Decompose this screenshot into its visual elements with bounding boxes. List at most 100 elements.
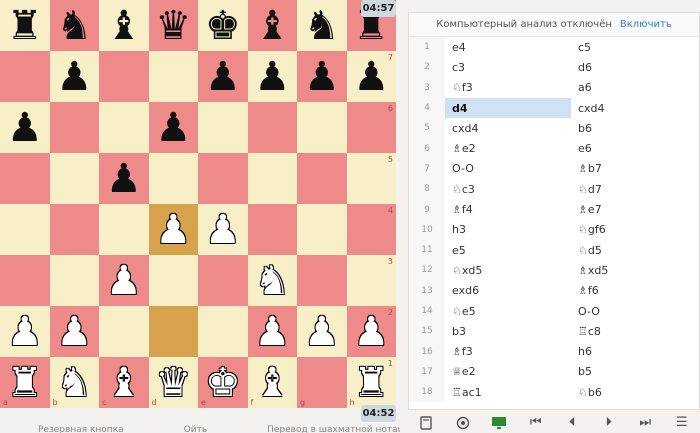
white-move[interactable]: h3 — [445, 220, 571, 240]
square-c8[interactable]: ♝ — [99, 0, 149, 51]
white-pawn-icon[interactable]: ♟ — [7, 312, 43, 352]
square-g3[interactable] — [297, 255, 347, 306]
black-move[interactable]: d6 — [571, 57, 699, 77]
black-move[interactable]: ♗b7 — [571, 159, 699, 179]
black-pawn-icon[interactable]: ♟ — [304, 57, 340, 97]
black-pawn-icon[interactable]: ♟ — [353, 57, 389, 97]
black-move[interactable]: ♖c8 — [571, 321, 699, 341]
white-move[interactable]: O-O — [445, 159, 571, 179]
square-b1[interactable]: ♞ b — [49, 357, 99, 408]
square-a4[interactable] — [0, 204, 50, 255]
square-b3[interactable] — [49, 255, 99, 306]
white-move[interactable]: b3 — [445, 321, 571, 341]
square-a1[interactable]: ♜ a — [0, 357, 50, 408]
white-bishop-icon[interactable]: ♝ — [106, 363, 142, 403]
menu-icon[interactable]: ☰ — [664, 412, 700, 433]
square-b8[interactable]: ♞ — [49, 0, 99, 51]
chess-board[interactable]: ♜♞♝♛♚♝♞♜8♟♟♟♟♟7♟♟6♟5♟♟4♟♞3♟♟♟♟♟2♜a♞b♝c♛d… — [0, 0, 396, 408]
square-g7[interactable]: ♟ — [297, 51, 347, 102]
white-move[interactable]: e5 — [445, 240, 571, 260]
square-d7[interactable] — [148, 51, 198, 102]
white-pawn-icon[interactable]: ♟ — [155, 210, 191, 250]
square-f8[interactable]: ♝ — [247, 0, 297, 51]
square-d6[interactable]: ♟ — [148, 102, 198, 153]
white-knight-icon[interactable]: ♞ — [56, 363, 92, 403]
white-move[interactable]: ♗e2 — [445, 138, 571, 158]
black-rook-icon[interactable]: ♜ — [7, 6, 43, 46]
square-d1[interactable]: ♛ d — [148, 357, 198, 408]
white-queen-icon[interactable]: ♛ — [155, 363, 191, 403]
square-e1[interactable]: ♚ e — [198, 357, 248, 408]
black-move[interactable]: cxd4 — [571, 98, 699, 118]
square-h2[interactable]: ♟ 2 — [346, 306, 396, 357]
square-a2[interactable]: ♟ — [0, 306, 50, 357]
black-move[interactable]: b5 — [571, 362, 699, 382]
square-e2[interactable] — [198, 306, 248, 357]
white-move[interactable]: d4 — [445, 97, 571, 119]
square-f6[interactable] — [247, 102, 297, 153]
black-pawn-icon[interactable]: ♟ — [254, 57, 290, 97]
black-pawn-icon[interactable]: ♟ — [205, 57, 241, 97]
black-queen-icon[interactable]: ♛ — [155, 6, 191, 46]
black-move[interactable]: ♘d5 — [571, 240, 699, 260]
square-d3[interactable] — [148, 255, 198, 306]
square-f7[interactable]: ♟ — [247, 51, 297, 102]
white-rook-icon[interactable]: ♜ — [7, 363, 43, 403]
square-f3[interactable]: ♞ — [247, 255, 297, 306]
white-pawn-icon[interactable]: ♟ — [254, 312, 290, 352]
black-move[interactable]: ♗xd5 — [571, 260, 699, 280]
black-pawn-icon[interactable]: ♟ — [155, 108, 191, 148]
black-move[interactable]: ♗f6 — [571, 281, 699, 301]
square-a5[interactable] — [0, 153, 50, 204]
square-d8[interactable]: ♛ — [148, 0, 198, 51]
white-pawn-icon[interactable]: ♟ — [56, 312, 92, 352]
square-g1[interactable]: g — [297, 357, 347, 408]
last-move-button[interactable]: ⏭ — [627, 412, 664, 433]
white-bishop-icon[interactable]: ♝ — [254, 363, 290, 403]
square-f5[interactable] — [247, 153, 297, 204]
square-b2[interactable]: ♟ — [49, 306, 99, 357]
first-move-button[interactable]: ⏮ — [518, 412, 555, 433]
square-c4[interactable] — [99, 204, 149, 255]
square-a8[interactable]: ♜ — [0, 0, 50, 51]
white-pawn-icon[interactable]: ♟ — [205, 210, 241, 250]
square-b6[interactable] — [49, 102, 99, 153]
white-king-icon[interactable]: ♚ — [205, 363, 241, 403]
square-e3[interactable] — [198, 255, 248, 306]
square-c3[interactable]: ♟ — [99, 255, 149, 306]
square-d2[interactable] — [148, 306, 198, 357]
square-g4[interactable] — [297, 204, 347, 255]
white-move[interactable]: ♘e5 — [445, 301, 571, 321]
square-a6[interactable]: ♟ — [0, 102, 50, 153]
black-bishop-icon[interactable]: ♝ — [254, 6, 290, 46]
square-h1[interactable]: ♜ 1 h — [346, 357, 396, 408]
square-e4[interactable]: ♟ — [198, 204, 248, 255]
white-move[interactable]: exd6 — [445, 281, 571, 301]
white-rook-icon[interactable]: ♜ — [353, 363, 389, 403]
black-move[interactable]: O-O — [571, 301, 699, 321]
square-h5[interactable]: 5 — [346, 153, 396, 204]
white-move[interactable]: ♘xd5 — [445, 260, 571, 280]
square-a7[interactable] — [0, 51, 50, 102]
square-e6[interactable] — [198, 102, 248, 153]
black-move[interactable]: e6 — [571, 138, 699, 158]
square-b4[interactable] — [49, 204, 99, 255]
white-move[interactable]: ♖ac1 — [445, 382, 571, 402]
black-pawn-icon[interactable]: ♟ — [7, 108, 43, 148]
black-pawn-icon[interactable]: ♟ — [56, 57, 92, 97]
prev-move-button[interactable]: ⏴ — [554, 412, 591, 433]
black-move[interactable]: ♘gf6 — [571, 220, 699, 240]
white-move[interactable]: ♕e2 — [445, 362, 571, 382]
black-move[interactable]: a6 — [571, 78, 699, 98]
square-h7[interactable]: ♟ 7 — [346, 51, 396, 102]
white-pawn-icon[interactable]: ♟ — [304, 312, 340, 352]
square-d5[interactable] — [148, 153, 198, 204]
black-move[interactable]: ♘b6 — [571, 382, 699, 402]
square-e8[interactable]: ♚ — [198, 0, 248, 51]
white-move[interactable]: e4 — [445, 37, 571, 57]
square-c6[interactable] — [99, 102, 149, 153]
enable-analysis-link[interactable]: Включить — [620, 19, 672, 30]
black-knight-icon[interactable]: ♞ — [304, 6, 340, 46]
black-move[interactable]: c5 — [571, 37, 699, 57]
black-move[interactable]: ♗e7 — [571, 199, 699, 219]
